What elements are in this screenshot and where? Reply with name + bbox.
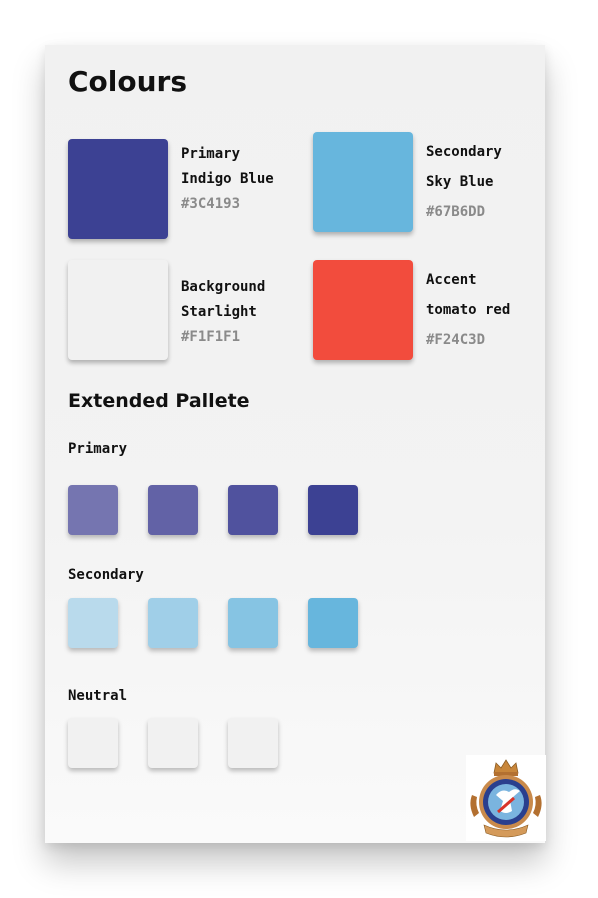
secondary-shade-1	[68, 598, 118, 648]
secondary-shade-2	[148, 598, 198, 648]
background-name: Background	[181, 279, 266, 295]
secondary-hex: #67B6DD	[426, 204, 486, 220]
accent-hex: #F24C3D	[426, 332, 486, 348]
secondary-shade-4	[308, 598, 358, 648]
secondary-group-label: Secondary	[68, 567, 144, 583]
primary-info: Primary Indigo Blue #3C4193	[181, 142, 274, 217]
neutral-group-label: Neutral	[68, 688, 128, 704]
primary-subname: Indigo Blue	[181, 171, 274, 187]
neutral-shade-3	[228, 718, 278, 768]
accent-info: Accent tomato red #F24C3D	[426, 265, 510, 355]
primary-name: Primary	[181, 146, 241, 162]
secondary-subname: Sky Blue	[426, 174, 494, 190]
primary-hex: #3C4193	[181, 196, 241, 212]
background-info: Background Starlight #F1F1F1	[181, 275, 265, 350]
secondary-shade-3	[228, 598, 278, 648]
primary-shade-1	[68, 485, 118, 535]
extended-palette-title: Extended Pallete	[68, 390, 250, 412]
crest-logo-icon	[466, 755, 546, 841]
primary-group-label: Primary	[68, 441, 128, 457]
colour-card: Colours Primary Indigo Blue #3C4193 Seco…	[45, 45, 546, 843]
background-hex: #F1F1F1	[181, 329, 241, 345]
primary-shade-2	[148, 485, 198, 535]
accent-swatch	[313, 260, 413, 360]
accent-subname: tomato red	[426, 302, 511, 318]
secondary-info: Secondary Sky Blue #67B6DD	[426, 137, 502, 227]
accent-name: Accent	[426, 272, 477, 288]
neutral-shade-2	[148, 718, 198, 768]
secondary-swatch	[313, 132, 413, 232]
page-title: Colours	[68, 65, 188, 98]
primary-swatch	[68, 139, 168, 239]
background-subname: Starlight	[181, 304, 257, 320]
neutral-shade-1	[68, 718, 118, 768]
primary-shade-3	[228, 485, 278, 535]
background-swatch	[68, 260, 168, 360]
secondary-name: Secondary	[426, 144, 502, 160]
primary-shade-4	[308, 485, 358, 535]
